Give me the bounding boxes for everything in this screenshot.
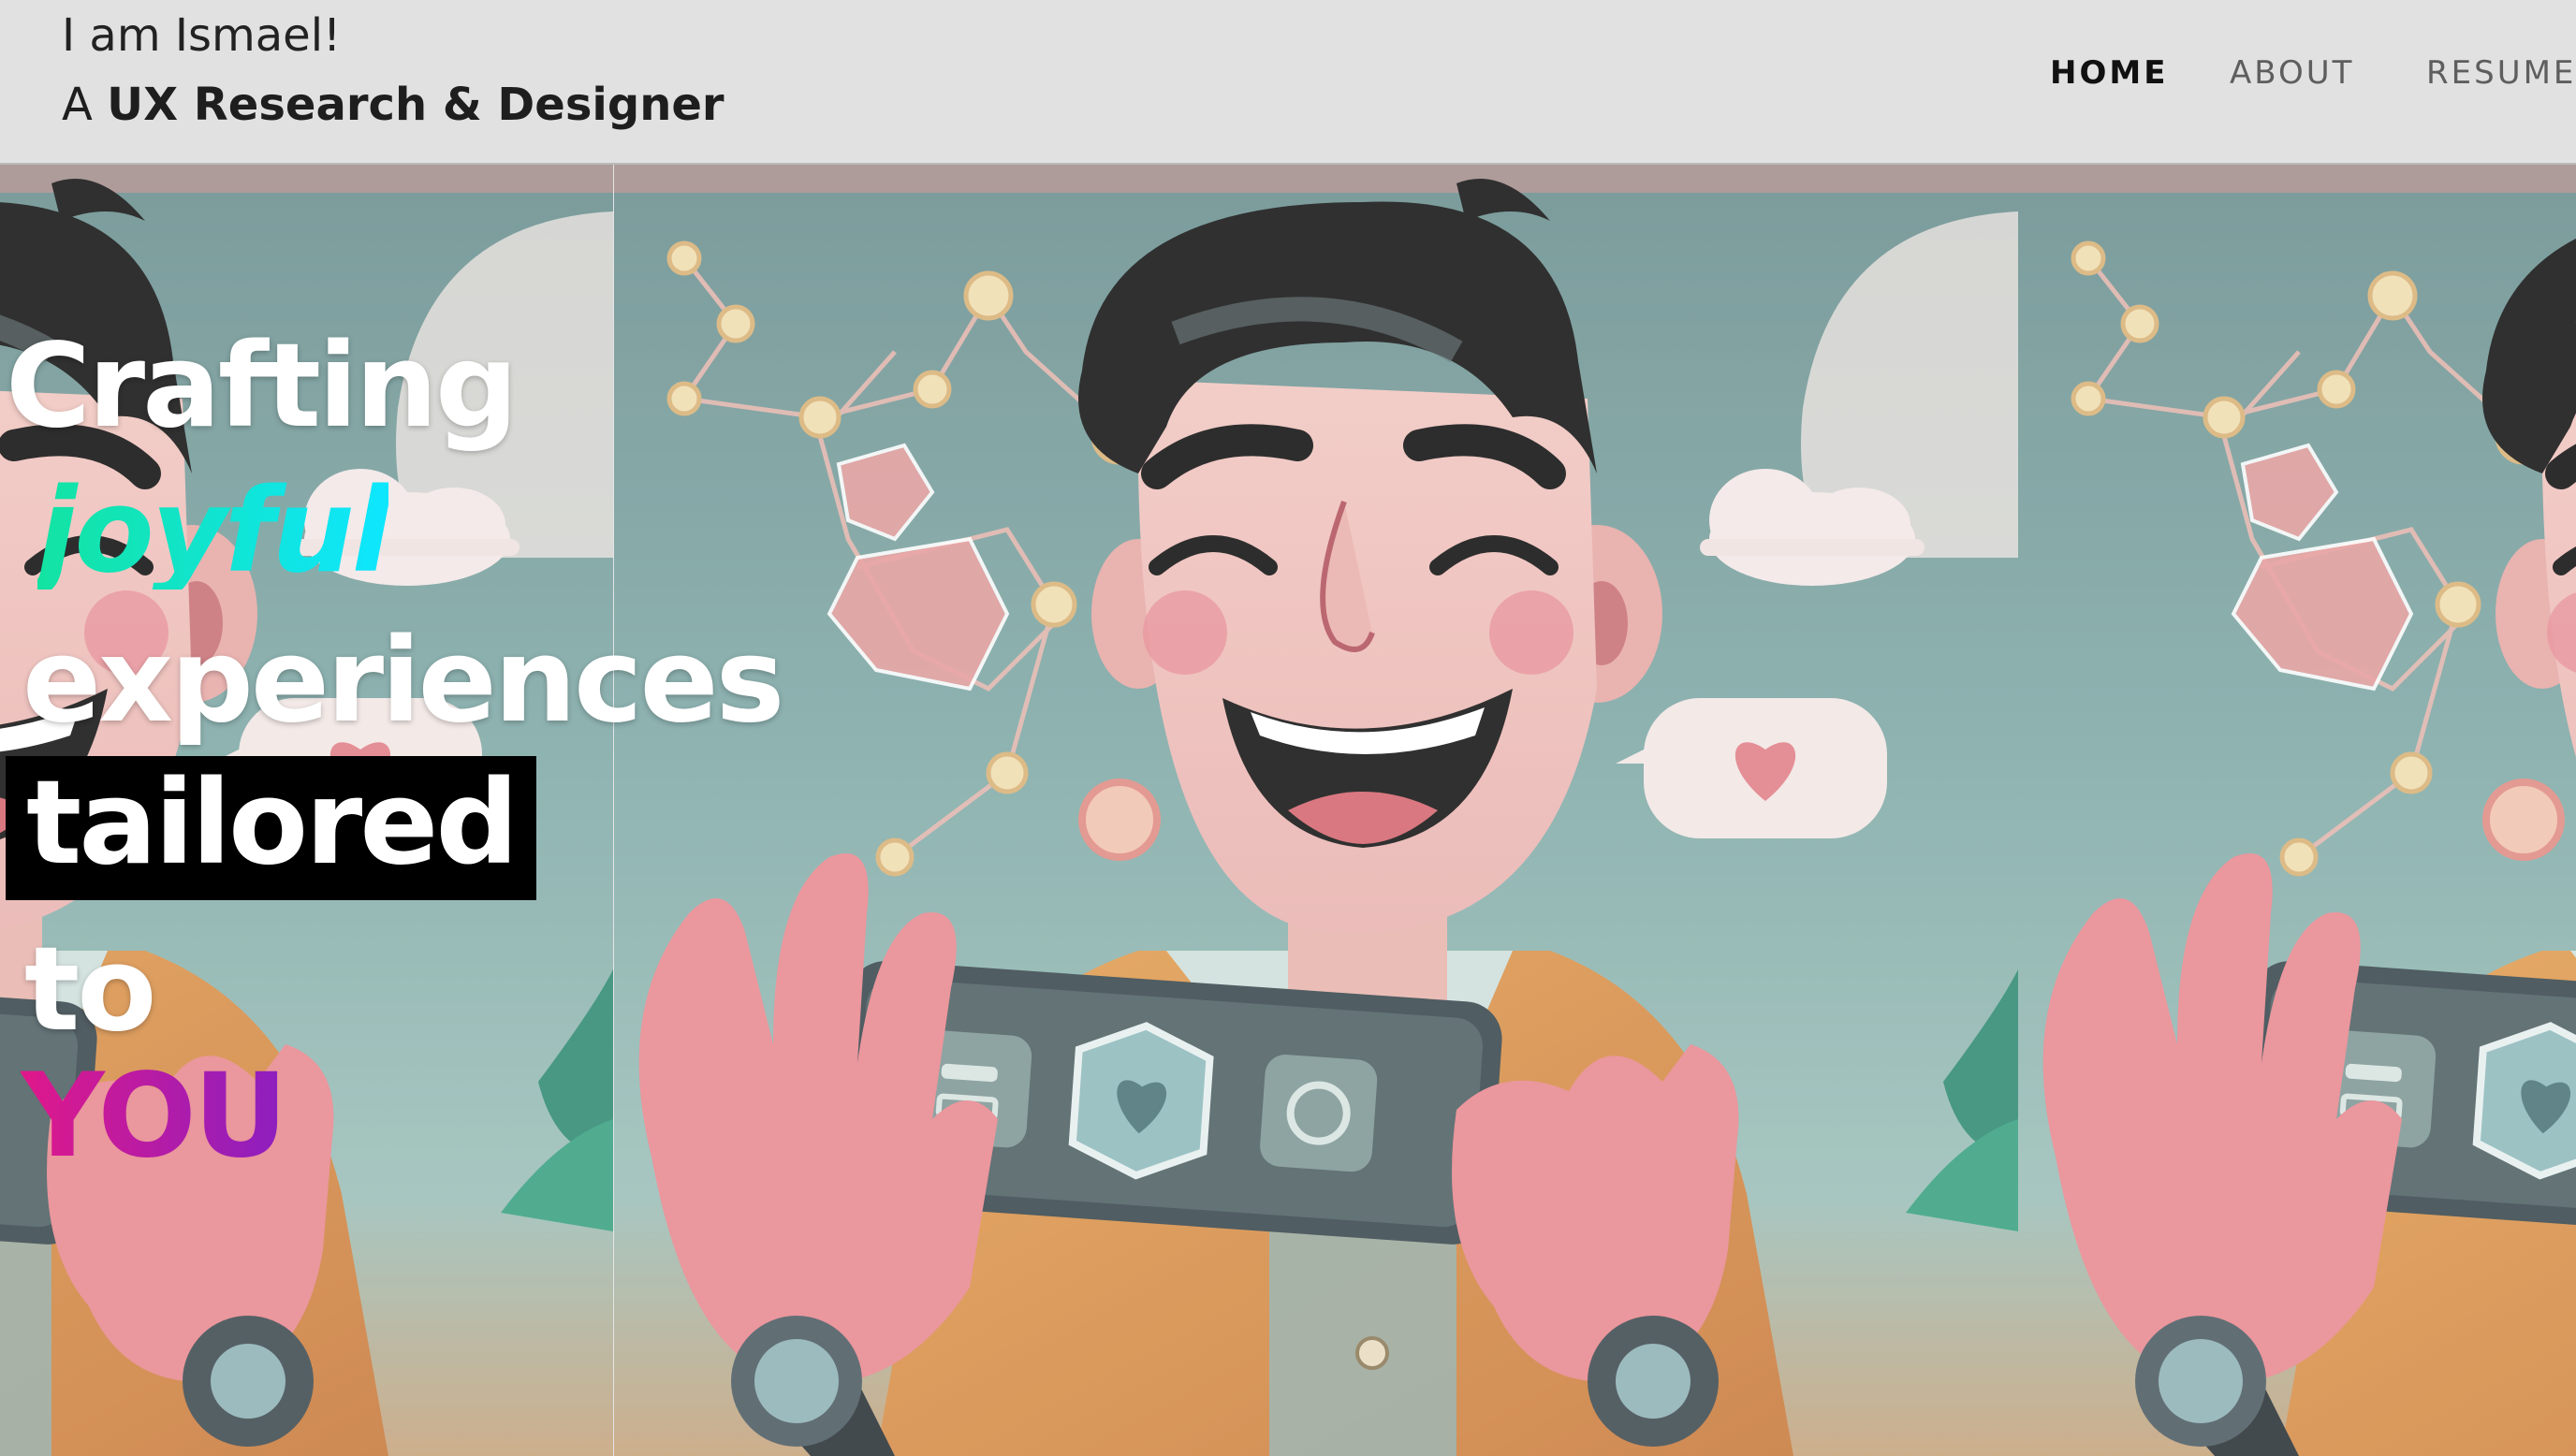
headline-experiences: experiences — [22, 614, 784, 749]
headline-you: YOU — [21, 1049, 287, 1184]
headline-tailored: tailored — [6, 756, 537, 900]
nav-home-link[interactable]: HOME — [2050, 54, 2168, 92]
main-nav: HOME ABOUT RESUME — [0, 54, 2576, 110]
headline-to: to — [24, 923, 156, 1057]
nav-about-link[interactable]: ABOUT — [2230, 54, 2354, 92]
site-header: I am Ismael! A UX Research & Designer HO… — [0, 0, 2576, 165]
hero-illustration-tile-right — [2018, 165, 2576, 1456]
nav-resume-link[interactable]: RESUME — [2426, 54, 2576, 92]
headline-joyful: joyful — [37, 464, 391, 599]
illustration-man-phone — [614, 165, 2018, 1456]
headline-crafting: Crafting — [6, 319, 519, 454]
hero-section: Crafting joyful experiences tailored to … — [0, 165, 2576, 1456]
hero-illustration-main — [614, 165, 2018, 1456]
